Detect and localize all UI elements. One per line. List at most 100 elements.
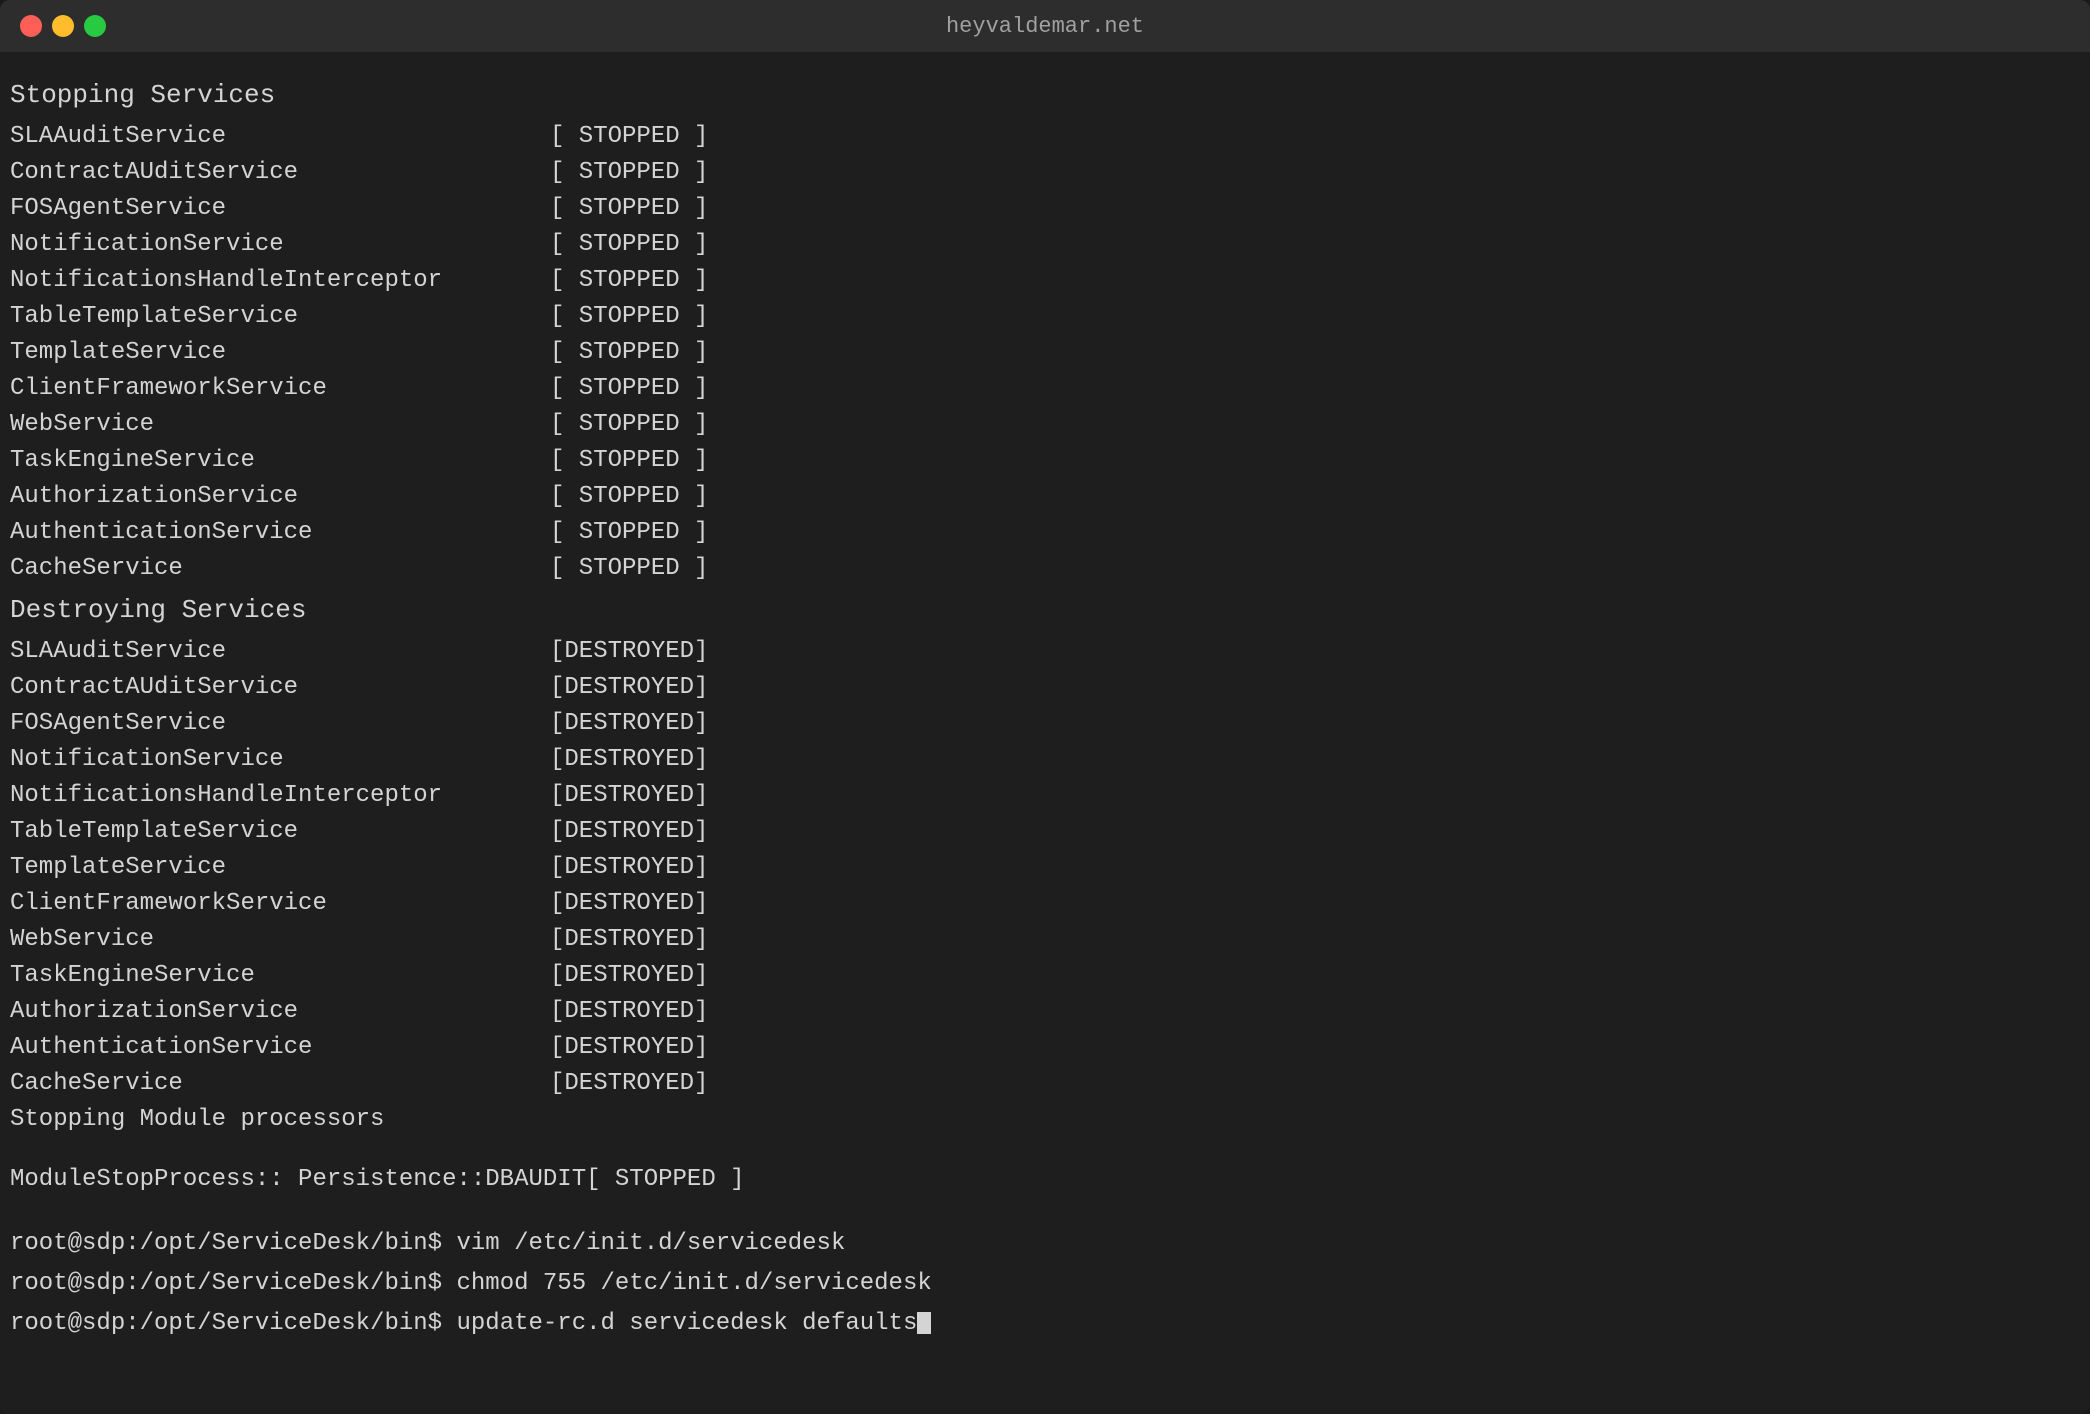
- prompt-text: root@sdp:/opt/ServiceDesk/bin$: [10, 1270, 442, 1297]
- service-status: [ STOPPED ]: [550, 407, 708, 443]
- destroying-service-row: TableTemplateService[DESTROYED]: [10, 814, 2080, 850]
- service-name: ClientFrameworkService: [10, 886, 550, 922]
- cursor: [917, 1312, 931, 1334]
- destroying-service-row: FOSAgentService[DESTROYED]: [10, 706, 2080, 742]
- prompt-text: root@sdp:/opt/ServiceDesk/bin$: [10, 1310, 442, 1337]
- destroying-service-row: CacheService[DESTROYED]: [10, 1066, 2080, 1102]
- terminal-body: Stopping Services SLAAuditService[ STOPP…: [0, 52, 2090, 1414]
- destroying-service-row: AuthorizationService[DESTROYED]: [10, 994, 2080, 1030]
- destroying-service-row: AuthenticationService[DESTROYED]: [10, 1030, 2080, 1066]
- prompts-container: root@sdp:/opt/ServiceDesk/bin$ vim /etc/…: [10, 1226, 2080, 1342]
- service-status: [ STOPPED ]: [550, 155, 708, 191]
- stopping-service-row: TemplateService[ STOPPED ]: [10, 335, 2080, 371]
- command-text: chmod 755 /etc/init.d/servicedesk: [442, 1270, 932, 1297]
- prompt-line: root@sdp:/opt/ServiceDesk/bin$ update-rc…: [10, 1306, 2080, 1342]
- prompt-text: root@sdp:/opt/ServiceDesk/bin$: [10, 1230, 442, 1257]
- stopping-service-row: TaskEngineService[ STOPPED ]: [10, 443, 2080, 479]
- maximize-button[interactable]: [84, 15, 106, 37]
- stopping-service-row: ContractAUditService[ STOPPED ]: [10, 155, 2080, 191]
- blank-line-1: [10, 1138, 2080, 1162]
- service-name: ContractAUditService: [10, 155, 550, 191]
- service-status: [DESTROYED]: [550, 958, 708, 994]
- command-text: update-rc.d servicedesk defaults: [442, 1310, 917, 1337]
- stopping-service-row: WebService[ STOPPED ]: [10, 407, 2080, 443]
- service-status: [DESTROYED]: [550, 742, 708, 778]
- stopping-service-row: CacheService[ STOPPED ]: [10, 551, 2080, 587]
- service-status: [ STOPPED ]: [550, 119, 708, 155]
- blank-line-2: [10, 1198, 2080, 1222]
- service-name: FOSAgentService: [10, 191, 550, 227]
- destroying-header: Destroying Services: [10, 591, 2080, 630]
- service-name: ClientFrameworkService: [10, 371, 550, 407]
- service-name: TaskEngineService: [10, 958, 550, 994]
- close-button[interactable]: [20, 15, 42, 37]
- terminal-window: heyvaldemar.net Stopping Services SLAAud…: [0, 0, 2090, 1414]
- module-stop-name: ModuleStopProcess:: Persistence::DBAUDIT: [10, 1162, 586, 1198]
- service-status: [DESTROYED]: [550, 922, 708, 958]
- module-stop-line: ModuleStopProcess:: Persistence::DBAUDIT…: [10, 1162, 2080, 1198]
- stopping-services-list: SLAAuditService[ STOPPED ]ContractAUditS…: [10, 119, 2080, 587]
- service-status: [DESTROYED]: [550, 814, 708, 850]
- destroying-service-row: TemplateService[DESTROYED]: [10, 850, 2080, 886]
- service-status: [DESTROYED]: [550, 1030, 708, 1066]
- service-status: [ STOPPED ]: [550, 515, 708, 551]
- stopping-service-row: AuthorizationService[ STOPPED ]: [10, 479, 2080, 515]
- destroying-service-row: TaskEngineService[DESTROYED]: [10, 958, 2080, 994]
- service-status: [ STOPPED ]: [550, 551, 708, 587]
- stopping-service-row: NotificationsHandleInterceptor[ STOPPED …: [10, 263, 2080, 299]
- service-name: TableTemplateService: [10, 299, 550, 335]
- service-status: [DESTROYED]: [550, 1066, 708, 1102]
- stopping-service-row: TableTemplateService[ STOPPED ]: [10, 299, 2080, 335]
- service-status: [ STOPPED ]: [550, 371, 708, 407]
- service-name: NotificationService: [10, 227, 550, 263]
- stopping-header: Stopping Services: [10, 76, 2080, 115]
- destroying-service-row: SLAAuditService[DESTROYED]: [10, 634, 2080, 670]
- service-name: CacheService: [10, 1066, 550, 1102]
- service-name: WebService: [10, 407, 550, 443]
- service-status: [DESTROYED]: [550, 994, 708, 1030]
- service-name: AuthorizationService: [10, 994, 550, 1030]
- service-name: TemplateService: [10, 335, 550, 371]
- stopping-service-row: NotificationService[ STOPPED ]: [10, 227, 2080, 263]
- service-name: TaskEngineService: [10, 443, 550, 479]
- prompt-line: root@sdp:/opt/ServiceDesk/bin$ vim /etc/…: [10, 1226, 2080, 1262]
- stopping-service-row: FOSAgentService[ STOPPED ]: [10, 191, 2080, 227]
- service-name: FOSAgentService: [10, 706, 550, 742]
- destroying-service-row: NotificationsHandleInterceptor[DESTROYED…: [10, 778, 2080, 814]
- stopping-service-row: SLAAuditService[ STOPPED ]: [10, 119, 2080, 155]
- service-status: [ STOPPED ]: [550, 335, 708, 371]
- service-name: SLAAuditService: [10, 119, 550, 155]
- service-name: AuthorizationService: [10, 479, 550, 515]
- service-name: TableTemplateService: [10, 814, 550, 850]
- prompt-line: root@sdp:/opt/ServiceDesk/bin$ chmod 755…: [10, 1266, 2080, 1302]
- service-status: [DESTROYED]: [550, 778, 708, 814]
- title-bar: heyvaldemar.net: [0, 0, 2090, 52]
- service-status: [DESTROYED]: [550, 670, 708, 706]
- window-title: heyvaldemar.net: [946, 14, 1144, 39]
- module-stop-status: [ STOPPED ]: [586, 1162, 744, 1198]
- destroying-service-row: WebService[DESTROYED]: [10, 922, 2080, 958]
- stopping-service-row: ClientFrameworkService[ STOPPED ]: [10, 371, 2080, 407]
- service-status: [ STOPPED ]: [550, 479, 708, 515]
- service-name: WebService: [10, 922, 550, 958]
- destroying-service-row: ClientFrameworkService[DESTROYED]: [10, 886, 2080, 922]
- command-text: vim /etc/init.d/servicedesk: [442, 1230, 845, 1257]
- destroying-services-list: SLAAuditService[DESTROYED]ContractAUditS…: [10, 634, 2080, 1102]
- service-name: NotificationService: [10, 742, 550, 778]
- minimize-button[interactable]: [52, 15, 74, 37]
- service-name: NotificationsHandleInterceptor: [10, 778, 550, 814]
- service-name: ContractAUditService: [10, 670, 550, 706]
- destroying-service-row: ContractAUditService[DESTROYED]: [10, 670, 2080, 706]
- service-status: [DESTROYED]: [550, 886, 708, 922]
- service-status: [ STOPPED ]: [550, 191, 708, 227]
- stopping-module-line: Stopping Module processors: [10, 1102, 2080, 1138]
- stopping-service-row: AuthenticationService[ STOPPED ]: [10, 515, 2080, 551]
- service-name: AuthenticationService: [10, 1030, 550, 1066]
- service-name: NotificationsHandleInterceptor: [10, 263, 550, 299]
- service-name: AuthenticationService: [10, 515, 550, 551]
- service-status: [ STOPPED ]: [550, 299, 708, 335]
- service-status: [DESTROYED]: [550, 634, 708, 670]
- service-status: [DESTROYED]: [550, 706, 708, 742]
- service-name: CacheService: [10, 551, 550, 587]
- service-status: [DESTROYED]: [550, 850, 708, 886]
